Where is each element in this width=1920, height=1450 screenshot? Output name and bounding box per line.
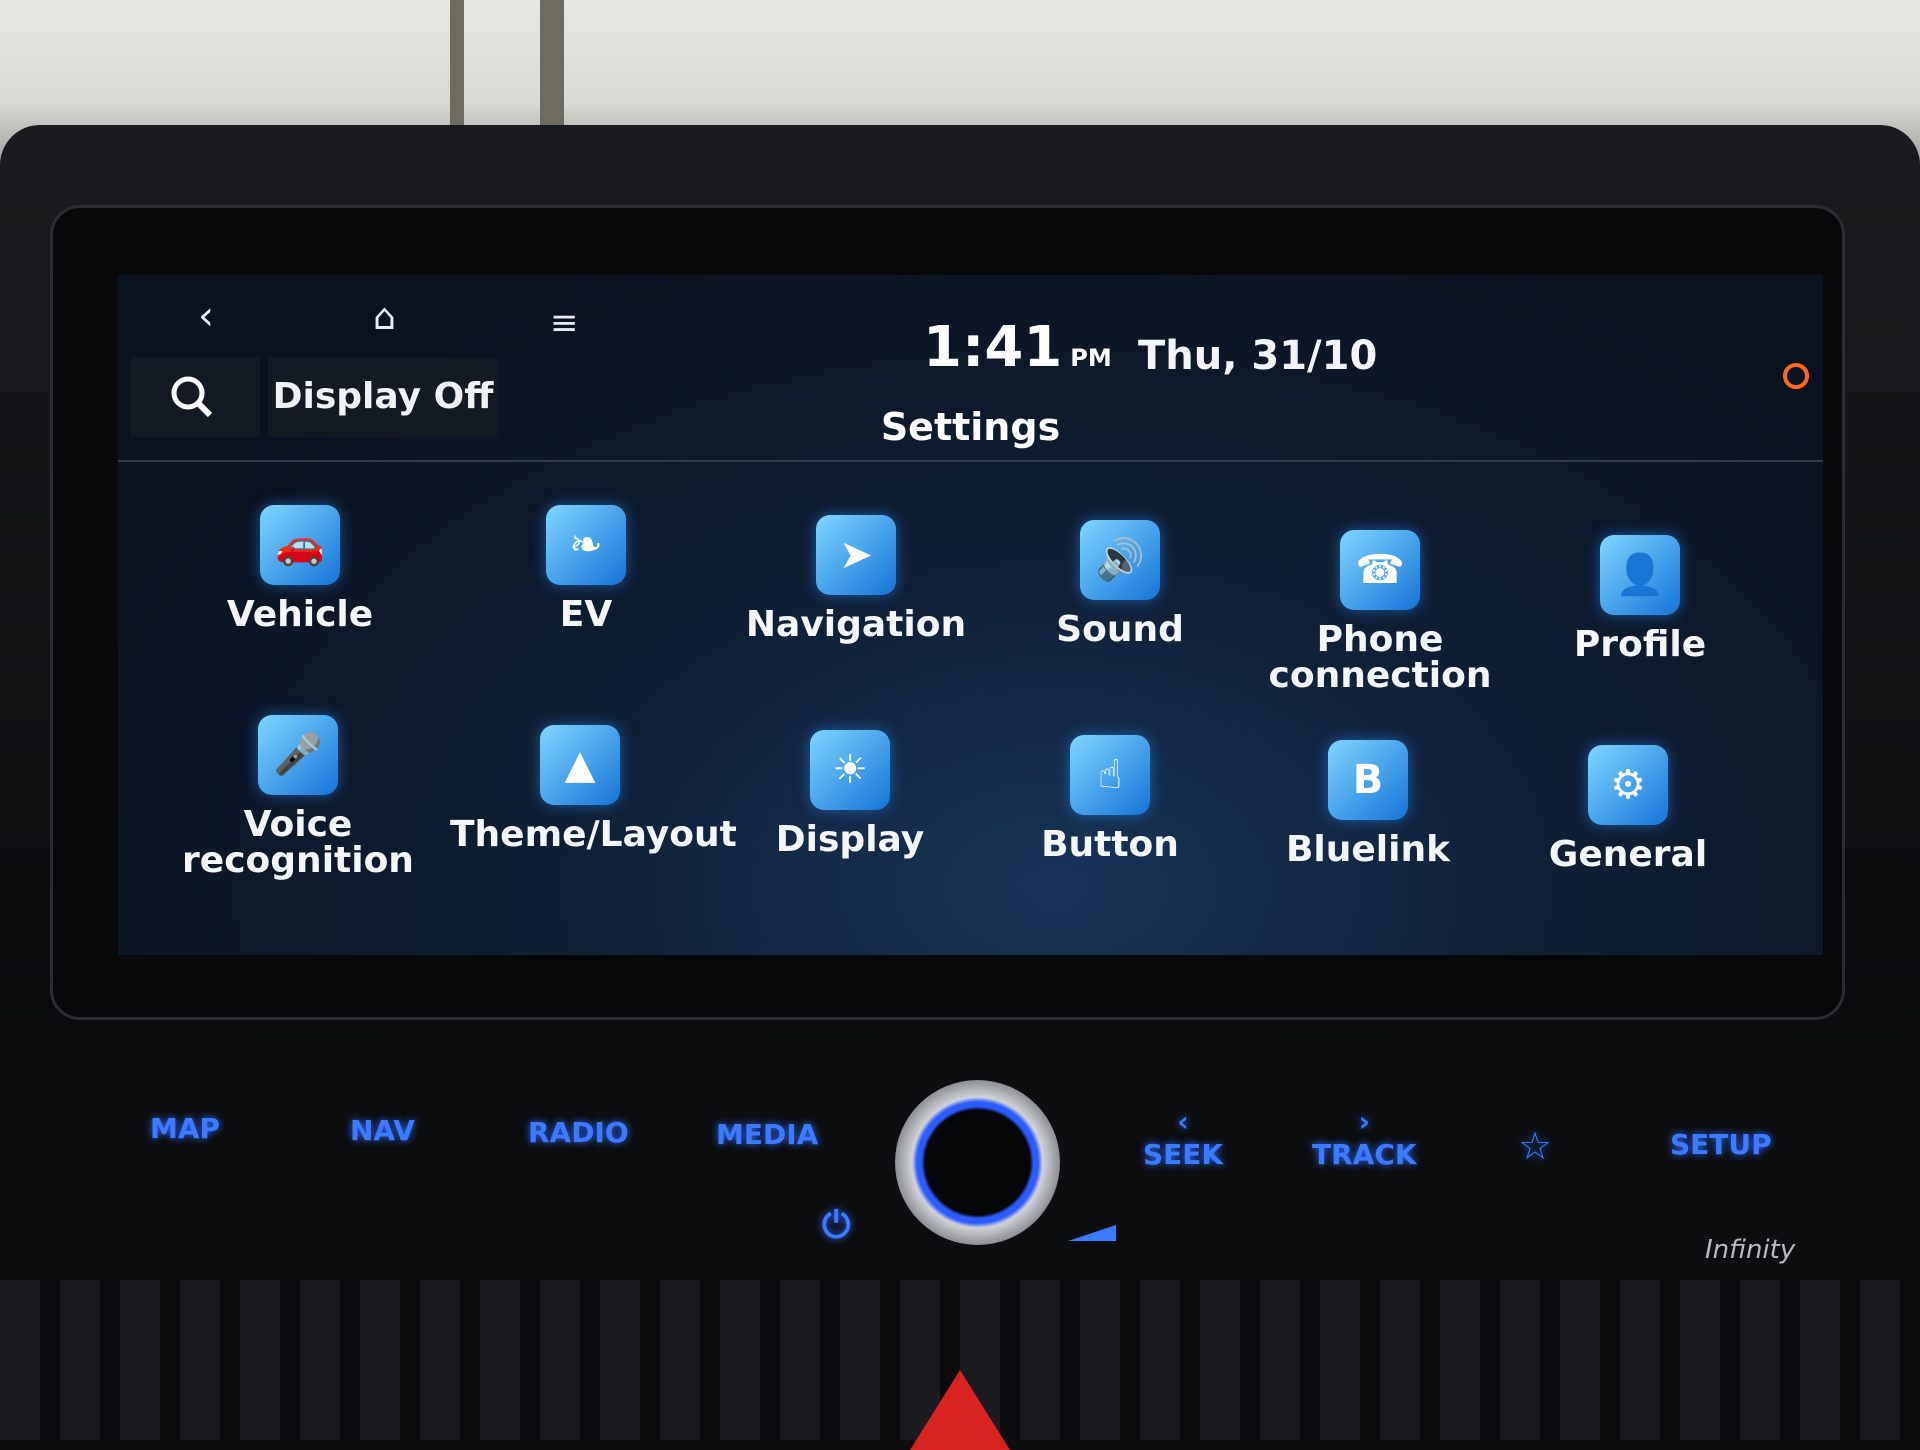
infinity-logo: Infinity bbox=[1705, 1235, 1796, 1265]
item-label: Bluelink bbox=[1285, 829, 1451, 870]
bluelink-icon: B bbox=[1328, 740, 1408, 820]
header-divider bbox=[118, 460, 1823, 462]
date: Thu, 31/10 bbox=[1138, 333, 1378, 379]
background-tree bbox=[540, 0, 564, 130]
item-label: Sound bbox=[1056, 609, 1184, 650]
hazard-button[interactable] bbox=[910, 1370, 1010, 1450]
settings-item-general[interactable]: ⚙ General bbox=[1498, 745, 1758, 873]
settings-item-button[interactable]: ☝ Button bbox=[980, 735, 1240, 863]
gear-icon: ⚙ bbox=[1588, 745, 1668, 825]
star-icon[interactable]: ☆ bbox=[1518, 1124, 1552, 1168]
item-label: Voice recognition bbox=[182, 804, 414, 881]
setup-button[interactable]: SETUP bbox=[1670, 1128, 1772, 1161]
profile-card-icon: 👤 bbox=[1600, 535, 1680, 615]
volume-knob[interactable] bbox=[895, 1080, 1060, 1245]
item-label: Theme/Layout bbox=[450, 814, 737, 855]
radio-button[interactable]: RADIO bbox=[528, 1116, 629, 1149]
settings-item-bluelink[interactable]: B Bluelink bbox=[1238, 740, 1498, 868]
clock: 1:41 PM bbox=[923, 315, 1112, 380]
settings-item-display[interactable]: ☀ Display bbox=[720, 730, 980, 858]
settings-item-vehicle[interactable]: 🚗 Vehicle bbox=[170, 505, 430, 633]
infotainment-screen: ‹ ⌂ ≡ 1:41 PM Thu, 31/10 Display Off Sett… bbox=[118, 275, 1823, 955]
car-gear-icon: 🚗 bbox=[260, 505, 340, 585]
chevron-right-icon: › bbox=[1358, 1105, 1371, 1138]
phone-icon: ☎ bbox=[1340, 530, 1420, 610]
seek-label: SEEK bbox=[1143, 1138, 1224, 1171]
camera-off-icon bbox=[1783, 363, 1809, 389]
settings-item-navigation[interactable]: ➤ Navigation bbox=[726, 515, 986, 643]
item-label: Vehicle bbox=[226, 594, 374, 635]
microphone-icon: 🎤 bbox=[258, 715, 338, 795]
item-label: Profile bbox=[1573, 624, 1707, 665]
leaf-gear-icon: ❧ bbox=[546, 505, 626, 585]
settings-item-theme-layout[interactable]: ▲ Theme/Layout bbox=[450, 725, 737, 855]
media-button[interactable]: MEDIA bbox=[716, 1118, 818, 1151]
clock-time: 1:41 bbox=[923, 315, 1063, 380]
button-press-icon: ☝ bbox=[1070, 735, 1150, 815]
settings-item-sound[interactable]: 🔊 Sound bbox=[990, 520, 1250, 648]
nav-button[interactable]: NAV bbox=[350, 1114, 415, 1147]
settings-item-ev[interactable]: ❧ EV bbox=[456, 505, 716, 633]
item-label: Button bbox=[1041, 824, 1179, 865]
power-icon[interactable]: ⏻ bbox=[822, 1205, 850, 1247]
clock-ampm: PM bbox=[1070, 344, 1112, 372]
speaker-icon: 🔊 bbox=[1080, 520, 1160, 600]
background-tree bbox=[450, 0, 464, 130]
picture-icon: ▲ bbox=[540, 725, 620, 805]
navigation-arrow-icon: ➤ bbox=[816, 515, 896, 595]
page-title: Settings bbox=[880, 405, 1061, 449]
seek-button[interactable]: ‹ SEEK bbox=[1143, 1105, 1223, 1171]
settings-item-phone-connection[interactable]: ☎ Phone connection bbox=[1250, 530, 1510, 694]
item-label: Navigation bbox=[745, 604, 967, 645]
item-label: EV bbox=[559, 594, 613, 635]
settings-item-voice-recognition[interactable]: 🎤 Voice recognition bbox=[168, 715, 428, 879]
back-chevron-icon[interactable]: ‹ bbox=[198, 293, 214, 339]
settings-item-profile[interactable]: 👤 Profile bbox=[1510, 535, 1770, 663]
item-label: Display bbox=[775, 819, 925, 860]
map-button[interactable]: MAP bbox=[150, 1112, 220, 1145]
chevron-left-icon: ‹ bbox=[1177, 1105, 1189, 1138]
volume-wedge-icon bbox=[1068, 1225, 1116, 1241]
menu-icon[interactable]: ≡ bbox=[550, 303, 579, 343]
track-button[interactable]: › TRACK bbox=[1312, 1105, 1417, 1171]
display-brightness-icon: ☀ bbox=[810, 730, 890, 810]
item-label: Phone connection bbox=[1268, 619, 1492, 696]
item-label: General bbox=[1548, 834, 1708, 875]
track-label: TRACK bbox=[1312, 1138, 1417, 1171]
home-icon[interactable]: ⌂ bbox=[373, 297, 396, 338]
